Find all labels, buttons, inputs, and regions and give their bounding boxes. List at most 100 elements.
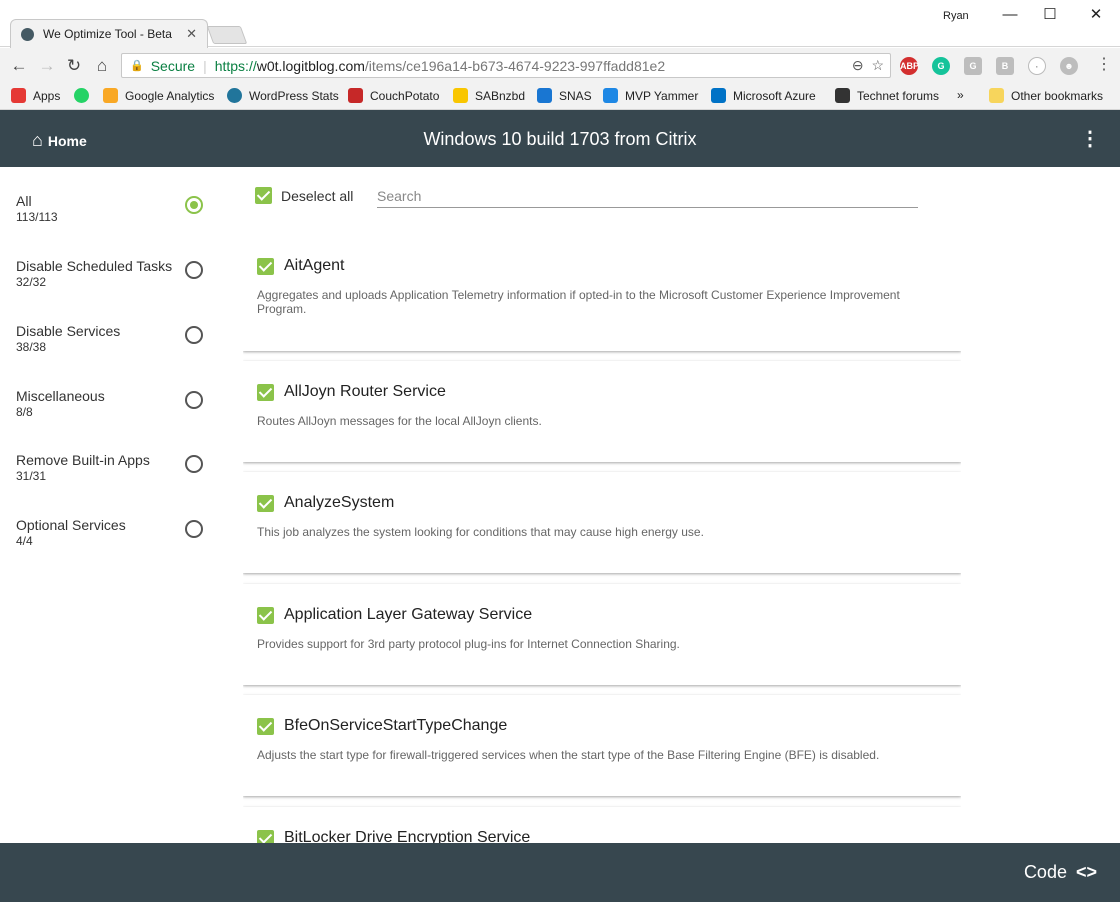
deselect-all-toggle[interactable]: Deselect all <box>255 187 353 204</box>
url-divider: | <box>203 57 207 74</box>
category-radio[interactable] <box>185 326 203 344</box>
item-checkbox[interactable] <box>257 606 274 624</box>
browser-tab[interactable]: We Optimize Tool - Beta ✕ <box>10 19 208 48</box>
bookmark-label: Microsoft Azure <box>733 88 816 103</box>
category-count: 31/31 <box>16 469 47 483</box>
item-description: Routes AllJoyn messages for the local Al… <box>257 414 542 428</box>
reload-icon[interactable]: ↻ <box>63 55 85 77</box>
bookmark-mvp-yammer[interactable]: MVP Yammer <box>603 88 698 103</box>
lock-icon: 🔒 <box>130 60 144 72</box>
bookmark-snas[interactable]: SNAS <box>537 88 592 103</box>
category-optional-services[interactable]: Optional Services 4/4 <box>16 517 216 557</box>
home-page-icon[interactable]: ⌂ <box>91 55 113 77</box>
whatsapp-icon <box>74 88 89 103</box>
bookmark-wordpress-stats[interactable]: WordPress Stats <box>227 88 339 103</box>
bookmark-label: Apps <box>33 88 61 103</box>
code-button[interactable]: Code <> <box>1024 862 1097 883</box>
couchpotato-icon <box>348 88 363 103</box>
zoom-icon[interactable]: ⊖ <box>852 57 864 73</box>
window-close-icon[interactable]: ✕ <box>1076 4 1116 26</box>
bookmark-technet-forums[interactable]: Technet forums <box>835 88 939 103</box>
adblock-extension-icon[interactable]: ABP <box>900 57 919 75</box>
item-card: AitAgent Aggregates and uploads Applicat… <box>243 235 961 351</box>
minimize-icon[interactable]: — <box>990 4 1030 26</box>
item-checkbox[interactable] <box>257 383 274 401</box>
category-count: 32/32 <box>16 275 47 289</box>
category-count: 113/113 <box>16 210 58 224</box>
bookmark-label: WordPress Stats <box>249 88 339 103</box>
category-radio[interactable] <box>185 196 203 214</box>
item-checkbox[interactable] <box>257 494 274 512</box>
bookmark-label: Google Analytics <box>125 88 215 103</box>
code-label: Code <box>1023 862 1067 882</box>
deselect-all-checkbox[interactable] <box>255 187 272 204</box>
bookmarks-bar: Apps Google Analytics WordPress Stats Co… <box>0 84 1120 110</box>
grammarly-extension-icon[interactable]: G <box>932 57 950 75</box>
category-all[interactable]: All 113/113 <box>16 193 216 233</box>
bookmark-star-icon[interactable]: ☆ <box>871 57 884 73</box>
browser-menu-icon[interactable]: ⋮ <box>1096 54 1112 74</box>
more-bookmarks-button[interactable]: » <box>957 88 964 102</box>
category-remove-built-in-apps[interactable]: Remove Built-in Apps 31/31 <box>16 452 216 492</box>
profile-user-name[interactable]: Ryan <box>943 10 969 22</box>
bookmark-google-analytics[interactable]: Google Analytics <box>103 88 214 103</box>
page-title: Windows 10 build 1703 from Citrix <box>423 129 697 149</box>
extension-b-icon[interactable]: B <box>996 57 1014 75</box>
maximize-icon[interactable]: ☐ <box>1030 4 1070 26</box>
chevron-double-right-icon: » <box>957 88 964 102</box>
category-radio[interactable] <box>185 261 203 279</box>
search-input[interactable] <box>377 184 918 208</box>
analytics-icon <box>103 88 118 103</box>
extension-circle-icon[interactable]: · <box>1028 57 1046 75</box>
secure-label: Secure <box>150 57 196 74</box>
browser-toolbar: ← → ↻ ⌂ 🔒 Secure | https://w0t.logitblog… <box>0 48 1120 84</box>
item-card: AllJoyn Router Service Routes AllJoyn me… <box>243 361 961 462</box>
category-disable-services[interactable]: Disable Services 38/38 <box>16 323 216 363</box>
item-checkbox[interactable] <box>257 257 274 275</box>
bookmark-sabnzbd[interactable]: SABnzbd <box>453 88 525 103</box>
item-checkbox[interactable] <box>257 717 274 735</box>
item-title: BitLocker Drive Encryption Service <box>284 829 531 843</box>
item-description: Adjusts the start type for firewall-trig… <box>257 748 880 762</box>
url-path: /items/ce196a14-b673-4674-9223-997ffadd8… <box>364 57 666 74</box>
url-host: w0t.logitblog.com <box>256 57 365 74</box>
category-radio[interactable] <box>185 391 203 409</box>
bookmark-apps[interactable]: Apps <box>11 88 60 103</box>
more-vert-icon[interactable]: ⋮ <box>1080 126 1100 151</box>
bookmark-whatsapp[interactable] <box>74 88 96 103</box>
category-count: 4/4 <box>16 534 33 548</box>
app-header: ⌂ Home Windows 10 build 1703 from Citrix… <box>0 110 1120 167</box>
bookmark-microsoft-azure[interactable]: Microsoft Azure <box>711 88 816 103</box>
category-miscellaneous[interactable]: Miscellaneous 8/8 <box>16 388 216 428</box>
folder-icon <box>989 88 1004 103</box>
bookmark-label: SNAS <box>559 88 592 103</box>
app-footer: Code <> <box>0 843 1120 902</box>
deselect-all-label: Deselect all <box>281 187 354 204</box>
item-title: AnalyzeSystem <box>284 494 395 511</box>
tab-close-icon[interactable]: ✕ <box>186 26 197 42</box>
category-radio[interactable] <box>185 455 203 473</box>
back-arrow-icon[interactable]: ← <box>8 55 30 77</box>
category-disable-scheduled-tasks[interactable]: Disable Scheduled Tasks 32/32 <box>16 258 216 298</box>
item-title: AllJoyn Router Service <box>284 383 446 400</box>
apps-grid-icon <box>11 88 26 103</box>
new-tab-button[interactable] <box>206 26 248 44</box>
category-count: 38/38 <box>16 340 47 354</box>
omnibox-actions: ⊖ ☆ <box>852 57 884 74</box>
item-checkbox[interactable] <box>257 829 274 843</box>
item-description: Provides support for 3rd party protocol … <box>257 637 680 651</box>
item-title: Application Layer Gateway Service <box>284 606 533 623</box>
other-bookmarks-folder[interactable]: Other bookmarks <box>989 88 1103 103</box>
extension-g-icon[interactable]: G <box>964 57 982 75</box>
extension-person-icon[interactable]: ☻ <box>1060 57 1078 75</box>
item-card: BitLocker Drive Encryption Service <box>243 807 961 843</box>
address-bar[interactable]: 🔒 Secure | https://w0t.logitblog.com/ite… <box>121 53 891 78</box>
bookmark-label: Technet forums <box>857 88 940 103</box>
browser-titlebar: We Optimize Tool - Beta ✕ Ryan — ☐ ✕ <box>0 0 1120 48</box>
category-radio[interactable] <box>185 520 203 538</box>
item-card: Application Layer Gateway Service Provid… <box>243 584 961 685</box>
forward-arrow-icon[interactable]: → <box>36 55 58 77</box>
wordpress-icon <box>227 88 242 103</box>
item-description: This job analyzes the system looking for… <box>257 525 704 539</box>
bookmark-couchpotato[interactable]: CouchPotato <box>348 88 439 103</box>
